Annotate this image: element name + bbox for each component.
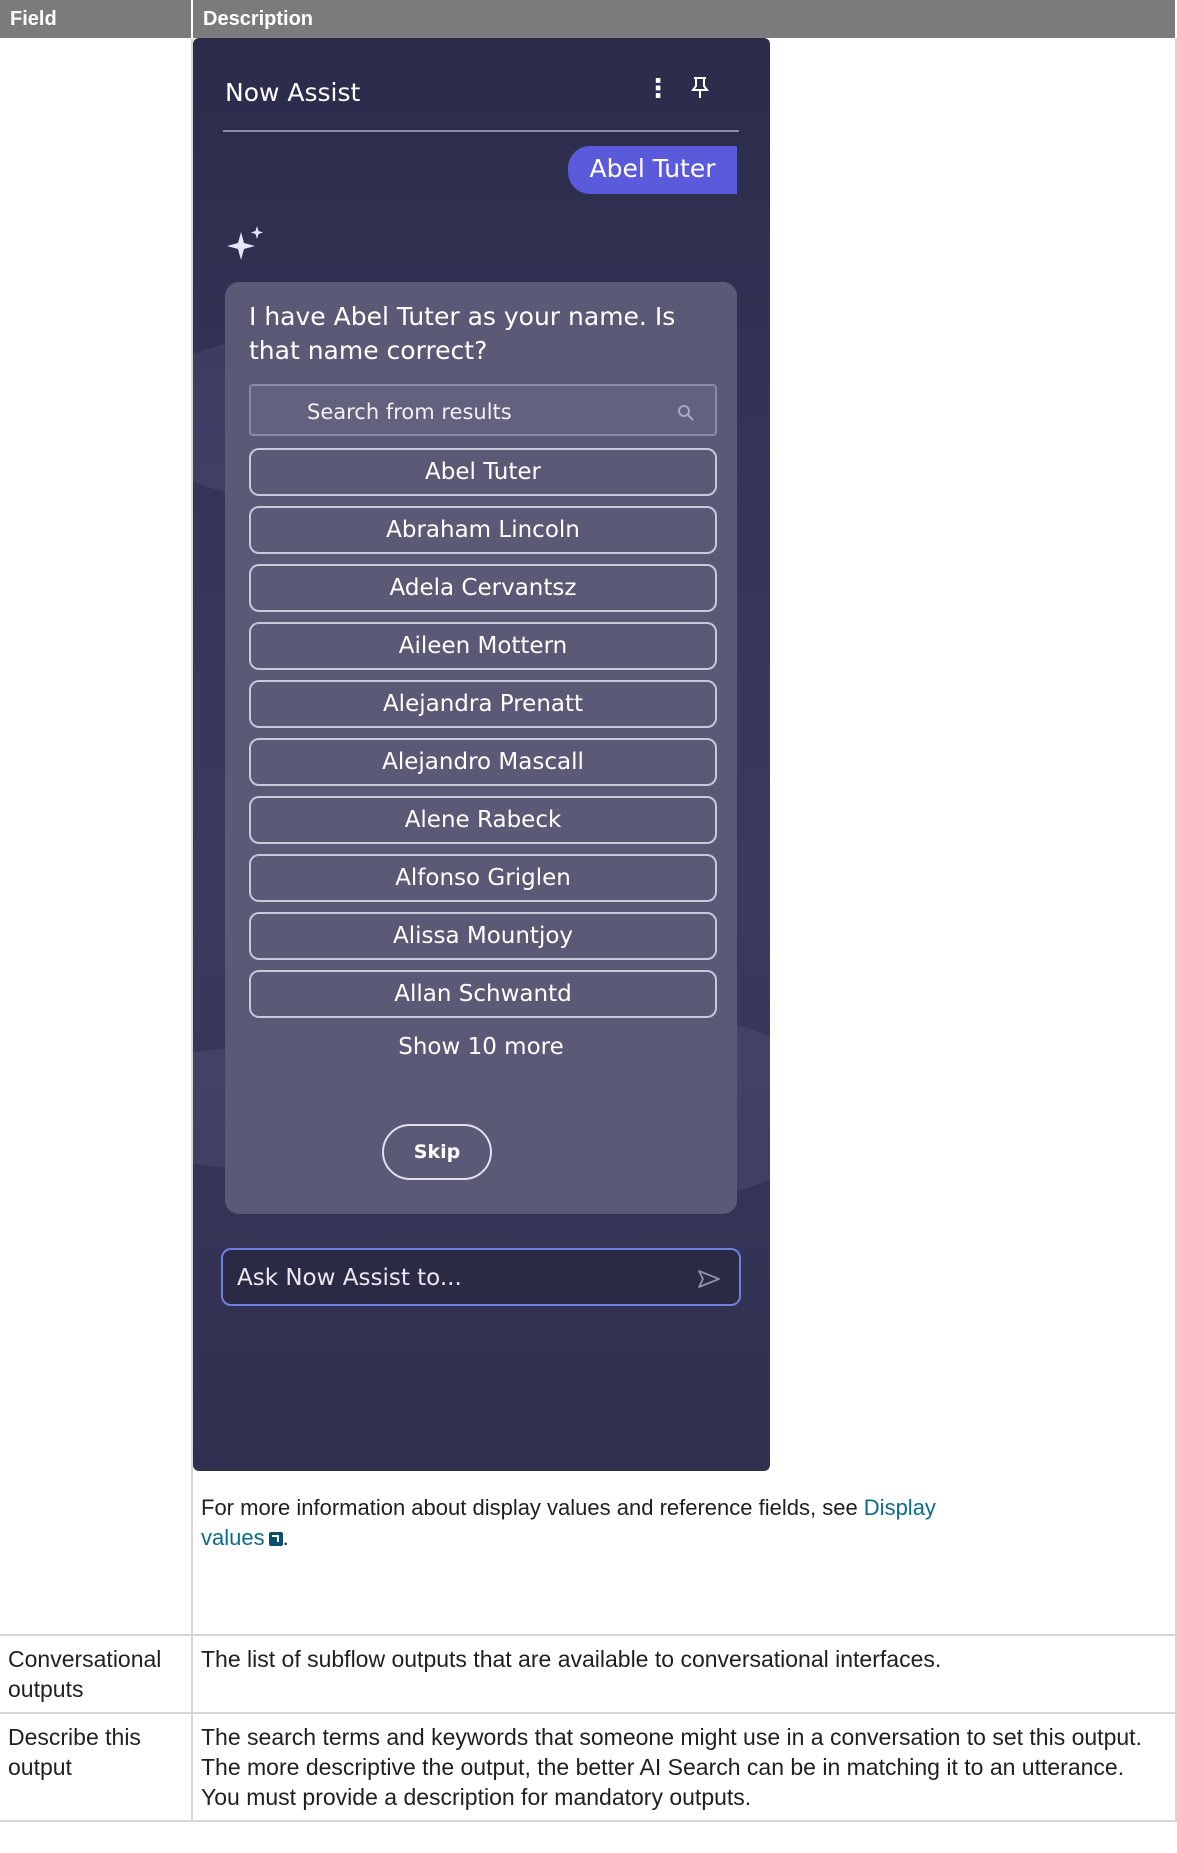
search-results-input[interactable]: Search from results: [249, 384, 717, 436]
header-field: Field: [0, 0, 193, 38]
search-icon: [677, 400, 695, 430]
bot-response-card: I have Abel Tuter as your name. Is that …: [225, 282, 737, 1214]
description-cell: The search terms and keywords that someo…: [192, 1713, 1177, 1822]
search-placeholder: Search from results: [307, 400, 512, 424]
user-message-bubble: Abel Tuter: [568, 146, 737, 194]
option-button[interactable]: Aileen Mottern: [249, 622, 717, 670]
option-button[interactable]: Allan Schwantd: [249, 970, 717, 1018]
field-cell: Conversational outputs: [0, 1635, 193, 1714]
ask-input[interactable]: Ask Now Assist to...: [221, 1248, 741, 1306]
option-button[interactable]: Abel Tuter: [249, 448, 717, 496]
description-cell: The list of subflow outputs that are ava…: [192, 1635, 1177, 1714]
ask-input-placeholder: Ask Now Assist to...: [237, 1265, 462, 1291]
info-prefix: For more information about display value…: [201, 1495, 864, 1520]
table-row: Describe this output The search terms an…: [0, 1713, 1177, 1822]
field-cell: Describe this output: [0, 1713, 193, 1822]
bot-question: I have Abel Tuter as your name. Is that …: [249, 302, 676, 365]
option-button[interactable]: Alejandro Mascall: [249, 738, 717, 786]
option-button[interactable]: Alejandra Prenatt: [249, 680, 717, 728]
now-assist-panel: Now Assist ⋮ Abel Tuter I have Abel Tute…: [193, 38, 770, 1471]
show-more-button[interactable]: Show 10 more: [249, 1032, 713, 1062]
description-cell: Now Assist ⋮ Abel Tuter I have Abel Tute…: [192, 38, 1177, 1636]
panel-title: Now Assist: [225, 78, 361, 107]
pin-icon[interactable]: [691, 76, 709, 109]
field-cell: [0, 38, 193, 1636]
external-link-icon: [268, 1532, 283, 1546]
header-divider: [223, 130, 739, 132]
info-suffix: .: [282, 1525, 289, 1550]
option-button[interactable]: Alfonso Griglen: [249, 854, 717, 902]
field-description-table: Field Description Now Assist ⋮ Abel Tute…: [0, 0, 1177, 1822]
header-description: Description: [192, 0, 1177, 38]
option-button[interactable]: Alissa Mountjoy: [249, 912, 717, 960]
table-row: Now Assist ⋮ Abel Tuter I have Abel Tute…: [0, 38, 1177, 1636]
option-button[interactable]: Adela Cervantsz: [249, 564, 717, 612]
send-icon[interactable]: [697, 1267, 721, 1297]
table-row: Conversational outputs The list of subfl…: [0, 1635, 1177, 1714]
sparkle-icon: [227, 224, 267, 272]
more-info-text: For more information about display value…: [201, 1493, 1001, 1553]
option-button[interactable]: Abraham Lincoln: [249, 506, 717, 554]
skip-button[interactable]: Skip: [382, 1124, 492, 1180]
option-button[interactable]: Alene Rabeck: [249, 796, 717, 844]
more-options-icon[interactable]: ⋮: [645, 74, 671, 104]
